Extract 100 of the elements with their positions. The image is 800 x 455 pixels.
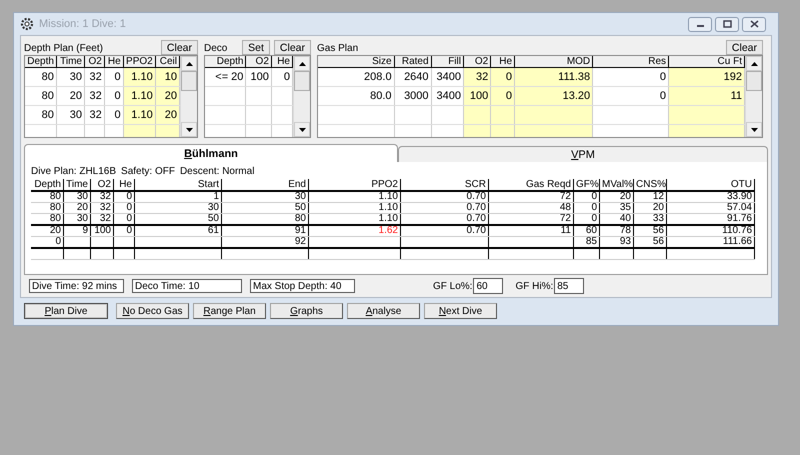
gf-hi-input[interactable]: 85: [554, 278, 584, 294]
table-cell: 32: [90, 202, 114, 214]
table-cell: 93: [600, 236, 634, 248]
table-cell[interactable]: 111.38: [514, 68, 593, 86]
table-cell[interactable]: [205, 106, 246, 124]
table-cell[interactable]: 3400: [431, 68, 464, 86]
column-header: PPO2: [308, 179, 400, 191]
table-cell[interactable]: 1.10: [123, 106, 156, 124]
scrollbar-thumb[interactable]: [294, 71, 310, 91]
table-cell[interactable]: 0: [490, 68, 515, 86]
scrollbar[interactable]: [293, 56, 310, 137]
table-cell[interactable]: 80: [25, 106, 56, 124]
table-cell[interactable]: 3000: [394, 86, 432, 106]
table-cell[interactable]: 30: [56, 68, 84, 86]
table-cell: 85: [574, 236, 600, 248]
table-cell[interactable]: 0: [592, 68, 669, 86]
column-header: Depth: [205, 56, 246, 68]
table-cell[interactable]: 32: [84, 68, 104, 86]
gf-lo-input[interactable]: 60: [473, 278, 504, 294]
scrollbar-thumb[interactable]: [181, 71, 197, 91]
column-header: He: [271, 56, 292, 68]
maximize-button[interactable]: [715, 16, 739, 32]
table-cell: 110.76: [666, 225, 754, 236]
clear-button[interactable]: Clear: [274, 40, 311, 55]
table-cell[interactable]: [490, 106, 515, 124]
table-cell[interactable]: 80: [25, 86, 56, 106]
table-cell[interactable]: 208.0: [318, 68, 394, 86]
table-cell: 80: [31, 191, 64, 202]
table-cell[interactable]: [592, 106, 669, 124]
table-cell[interactable]: 0: [592, 86, 669, 106]
deco-time-field: Deco Time: 10: [132, 279, 242, 293]
scroll-down-icon: [186, 128, 192, 132]
action-button[interactable]: Next Dive: [424, 303, 497, 319]
close-button[interactable]: [742, 16, 766, 32]
table-cell[interactable]: 11: [668, 86, 744, 106]
action-button[interactable]: Analyse: [347, 303, 420, 319]
table-cell[interactable]: 0: [104, 68, 124, 86]
column-header: OTU: [666, 179, 754, 191]
set-button[interactable]: Set: [242, 40, 270, 55]
table-cell[interactable]: 0: [490, 86, 515, 106]
column-header: End: [222, 179, 308, 191]
table-cell[interactable]: 20: [56, 86, 84, 106]
table-cell: 60: [574, 225, 600, 236]
table-cell: 30: [134, 202, 222, 214]
table-cell: 1.10: [308, 191, 400, 202]
table-cell: 0: [574, 214, 600, 225]
action-button[interactable]: Graphs: [270, 303, 343, 319]
scrollbar[interactable]: [745, 56, 762, 137]
column-header: Rated: [394, 56, 432, 68]
table-cell[interactable]: 100: [246, 68, 272, 86]
tab[interactable]: VPM: [398, 146, 768, 162]
tab[interactable]: Bühlmann: [24, 144, 398, 162]
column-header: O2: [463, 56, 491, 68]
table-cell[interactable]: 20: [155, 86, 180, 106]
column-header: O2: [246, 56, 272, 68]
table-cell[interactable]: [246, 106, 272, 124]
table-cell[interactable]: [394, 106, 432, 124]
table-cell[interactable]: 10: [155, 68, 180, 86]
table-cell[interactable]: 13.20: [514, 86, 593, 106]
table-cell[interactable]: 32: [463, 68, 491, 86]
section-title: Gas Plan: [317, 43, 358, 55]
table-cell[interactable]: 192: [668, 68, 744, 86]
table-cell[interactable]: 100: [463, 86, 491, 106]
table-cell[interactable]: 80.0: [318, 86, 394, 106]
table-cell[interactable]: [431, 106, 464, 124]
action-button[interactable]: No Deco Gas: [116, 303, 189, 319]
scrollbar[interactable]: [180, 56, 197, 137]
table-cell[interactable]: 30: [56, 106, 84, 124]
table-cell[interactable]: 80: [25, 68, 56, 86]
table-cell[interactable]: [205, 86, 246, 106]
table-cell[interactable]: 0: [104, 106, 124, 124]
table-cell: 30: [222, 191, 308, 202]
table-cell: 1: [134, 191, 222, 202]
table-cell[interactable]: [668, 106, 744, 124]
table-cell[interactable]: [463, 106, 491, 124]
table-cell[interactable]: 2640: [394, 68, 432, 86]
table-cell[interactable]: 1.10: [123, 86, 156, 106]
column-header: He: [490, 56, 515, 68]
table-cell[interactable]: 32: [84, 106, 104, 124]
table-cell[interactable]: [246, 86, 272, 106]
scroll-up-icon: [750, 62, 758, 66]
action-button[interactable]: Plan Dive: [24, 303, 108, 319]
clear-button[interactable]: Clear: [160, 40, 198, 55]
table-cell[interactable]: <= 20: [205, 68, 246, 86]
scrollbar-thumb[interactable]: [746, 71, 762, 91]
clear-button[interactable]: Clear: [726, 40, 763, 55]
table-cell[interactable]: [318, 106, 394, 124]
table-cell: 32: [90, 191, 114, 202]
table-cell: 100: [90, 225, 114, 236]
action-button[interactable]: Range Plan: [193, 303, 266, 319]
table-cell: 48: [488, 202, 574, 214]
minimize-button[interactable]: [688, 16, 712, 32]
table-cell: 1.62: [308, 225, 400, 236]
table-cell[interactable]: 3400: [431, 86, 464, 106]
table-cell[interactable]: 20: [155, 106, 180, 124]
table-cell[interactable]: 0: [104, 86, 124, 106]
table-cell[interactable]: [514, 106, 593, 124]
table-cell[interactable]: 32: [84, 86, 104, 106]
table-cell: 0: [114, 225, 134, 236]
table-cell[interactable]: 1.10: [123, 68, 156, 86]
